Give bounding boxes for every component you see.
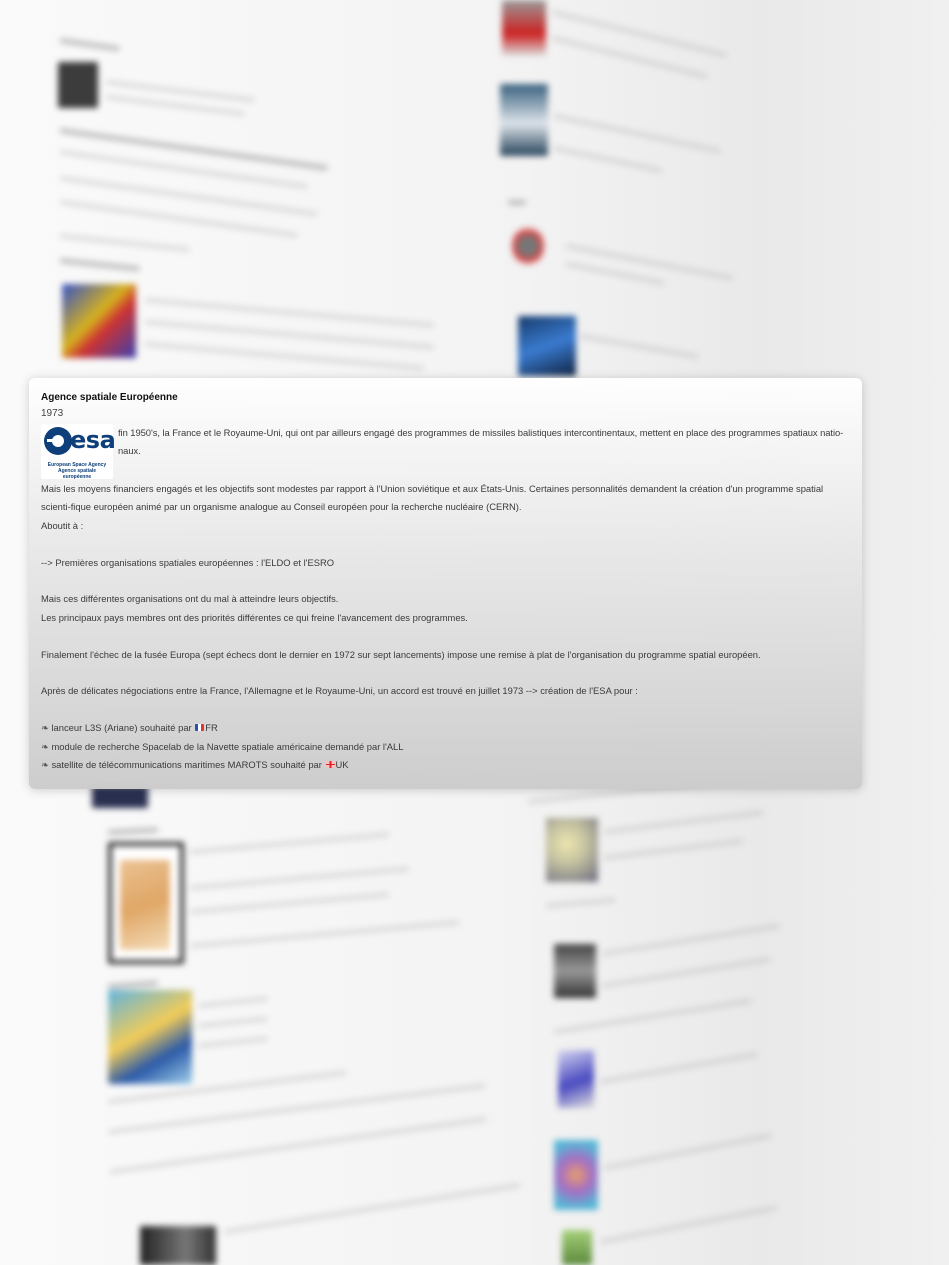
list-item-text: module de recherche Spacelab de la Navet… bbox=[51, 740, 404, 752]
intro-paragraph: fin 1950's, la France et le Royaume-Uni,… bbox=[118, 427, 844, 457]
list-item: ❧ module de recherche Spacelab de la Nav… bbox=[41, 738, 850, 756]
difficulty-line: Mais ces différentes organisations ont d… bbox=[41, 593, 339, 605]
esa-logo-mark-icon bbox=[44, 427, 72, 455]
outcome-label: Aboutit à : bbox=[41, 519, 84, 531]
esa-logo-wordmark: esa bbox=[70, 426, 116, 454]
means-paragraph: Mais les moyens financiers engagés et le… bbox=[41, 483, 824, 513]
leaf-bullet-icon: ❧ bbox=[41, 740, 49, 752]
europa-paragraph: Finalement l'échec de la fusée Europa (s… bbox=[41, 648, 761, 660]
esa-logo-subtitle-fr: Agence spatiale européenne bbox=[57, 468, 97, 480]
leaf-bullet-icon: ❧ bbox=[41, 722, 49, 734]
priorities-line: Les principaux pays membres ont des prio… bbox=[41, 611, 468, 623]
list-item: ❧ lanceur L3S (Ariane) souhaité par FR bbox=[41, 719, 850, 737]
agreement-paragraph: Après de délicates négociations entre la… bbox=[41, 685, 638, 697]
first-organisations-line: --> Premières organisations spatiales eu… bbox=[41, 556, 335, 568]
event-year: 1973 bbox=[41, 408, 64, 419]
flag-label: FR bbox=[205, 722, 218, 734]
fr-flag-icon bbox=[195, 724, 205, 732]
uk-flag-icon bbox=[325, 761, 335, 769]
list-item: ❧ satellite de télécommunications mariti… bbox=[41, 756, 850, 774]
goals-list: ❧ lanceur L3S (Ariane) souhaité par FR ❧… bbox=[41, 719, 850, 774]
timeline-event-card: Agence spatiale Européenne 1973 esa Euro… bbox=[29, 378, 862, 789]
leaf-bullet-icon: ❧ bbox=[41, 759, 49, 771]
list-item-text: lanceur L3S (Ariane) souhaité par bbox=[51, 722, 192, 734]
event-title: Agence spatiale Européenne bbox=[41, 392, 178, 403]
esa-logo: esa European Space Agency Agence spatial… bbox=[41, 424, 116, 480]
list-item-text: satellite de télécommunications maritime… bbox=[51, 759, 322, 771]
flag-label: UK bbox=[335, 759, 349, 771]
intro-block: esa European Space Agency Agence spatial… bbox=[41, 424, 850, 480]
